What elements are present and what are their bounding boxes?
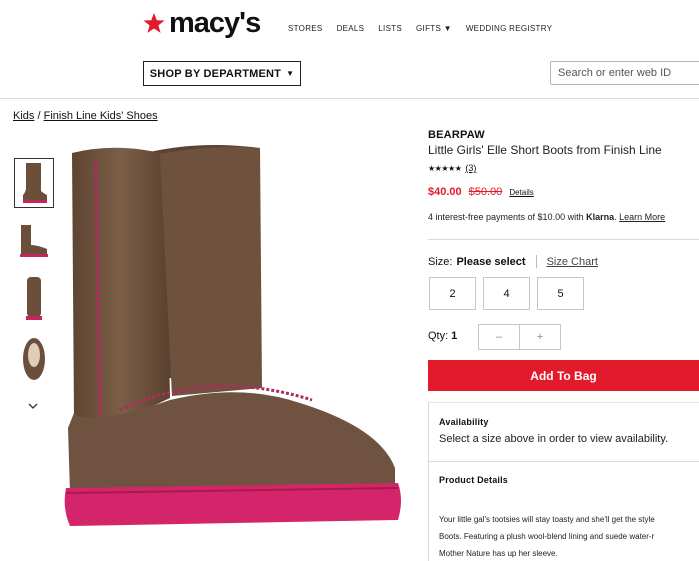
product-main-image[interactable] [60,128,410,548]
klarna-brand: Klarna [586,212,615,222]
size-option-4[interactable]: 4 [483,277,530,310]
original-price: $50.00 [468,186,503,198]
breadcrumb-finish-line-kids-shoes[interactable]: Finish Line Kids' Shoes [44,110,158,122]
thumbnail-4[interactable] [14,334,54,384]
thumbnail-1[interactable] [14,158,54,208]
klarna-learn-more-link[interactable]: Learn More [619,212,665,222]
rating-stars: ★★★★★ [428,163,462,173]
klarna-message: 4 interest-free payments of $10.00 with … [428,212,665,222]
sale-price: $40.00 [428,186,462,198]
quantity-label: Qty: 1 [428,330,457,342]
price-divider [428,239,699,240]
product-details-heading[interactable]: Product Details [439,475,508,485]
search-box[interactable] [550,61,699,85]
add-to-bag-button[interactable]: Add To Bag [428,360,699,391]
size-chart-link[interactable]: Size Chart [547,256,598,268]
price-block: $40.00 $50.00 Details [428,186,534,198]
qty-decrease-button[interactable]: – [478,324,520,350]
size-header: Size: Please select Size Chart [428,255,598,268]
nav-lists[interactable]: LISTS [378,24,402,33]
search-input[interactable] [551,62,699,84]
caret-down-icon: ▼ [286,69,295,78]
boot-thumbnail-image [23,163,47,203]
thumbnail-2[interactable] [14,216,54,266]
header-divider [0,98,699,99]
star-icon [143,12,165,33]
details-line-2: Boots. Featuring a plush wool-blend lini… [439,532,655,541]
klarna-text: 4 interest-free payments of $10.00 with [428,212,587,222]
boot-side-thumbnail-image [20,225,48,257]
product-brand[interactable]: BEARPAW [428,129,485,141]
panel-divider [429,461,699,462]
nav-deals[interactable]: DEALS [337,24,365,33]
macys-logo[interactable]: macy's [143,6,261,39]
boot-back-thumbnail-image [26,277,42,320]
details-line-1: Your little gal's tootsies will stay toa… [439,515,655,524]
qty-label-text: Qty: [428,330,449,342]
size-separator [535,255,537,268]
size-selected-value: Please select [456,255,526,268]
logo-wordmark: macy's [169,6,261,39]
nav-wedding-registry[interactable]: WEDDING REGISTRY [466,24,552,33]
product-rating: ★★★★★ (3) [428,163,476,173]
qty-increase-button[interactable]: + [519,324,561,350]
breadcrumb-separator: / [37,110,41,122]
size-label: Size: [428,255,453,268]
qty-value: 1 [451,330,458,342]
boot-image [64,144,402,526]
product-details-text: Your little gal's tootsies will stay toa… [439,511,699,561]
size-option-5[interactable]: 5 [537,277,584,310]
shop-button-label: SHOP BY DEPARTMENT [149,67,282,80]
nav-stores[interactable]: STORES [288,24,323,33]
breadcrumb-kids[interactable]: Kids [13,110,34,122]
review-count-link[interactable]: (3) [465,163,476,173]
top-nav: STORES DEALS LISTS GIFTS ▼ WEDDING REGIS… [288,24,552,33]
boot-top-thumbnail-image [23,338,45,380]
details-line-3: Mother Nature has up her sleeve. [439,549,558,558]
breadcrumb: Kids / Finish Line Kids' Shoes [13,110,158,122]
size-option-2[interactable]: 2 [429,277,476,310]
price-details-link[interactable]: Details [509,188,533,197]
thumbnail-3[interactable] [14,274,54,324]
nav-gifts[interactable]: GIFTS ▼ [416,24,452,33]
availability-heading: Availability [439,417,489,427]
availability-text: Select a size above in order to view ava… [439,433,669,445]
size-options: 2 4 5 [429,277,584,310]
product-title: Little Girls' Elle Short Boots from Fini… [428,143,662,157]
chevron-down-icon[interactable] [28,399,38,413]
shop-by-department-button[interactable]: SHOP BY DEPARTMENT ▼ [143,61,301,86]
quantity-stepper: – + [478,324,561,350]
